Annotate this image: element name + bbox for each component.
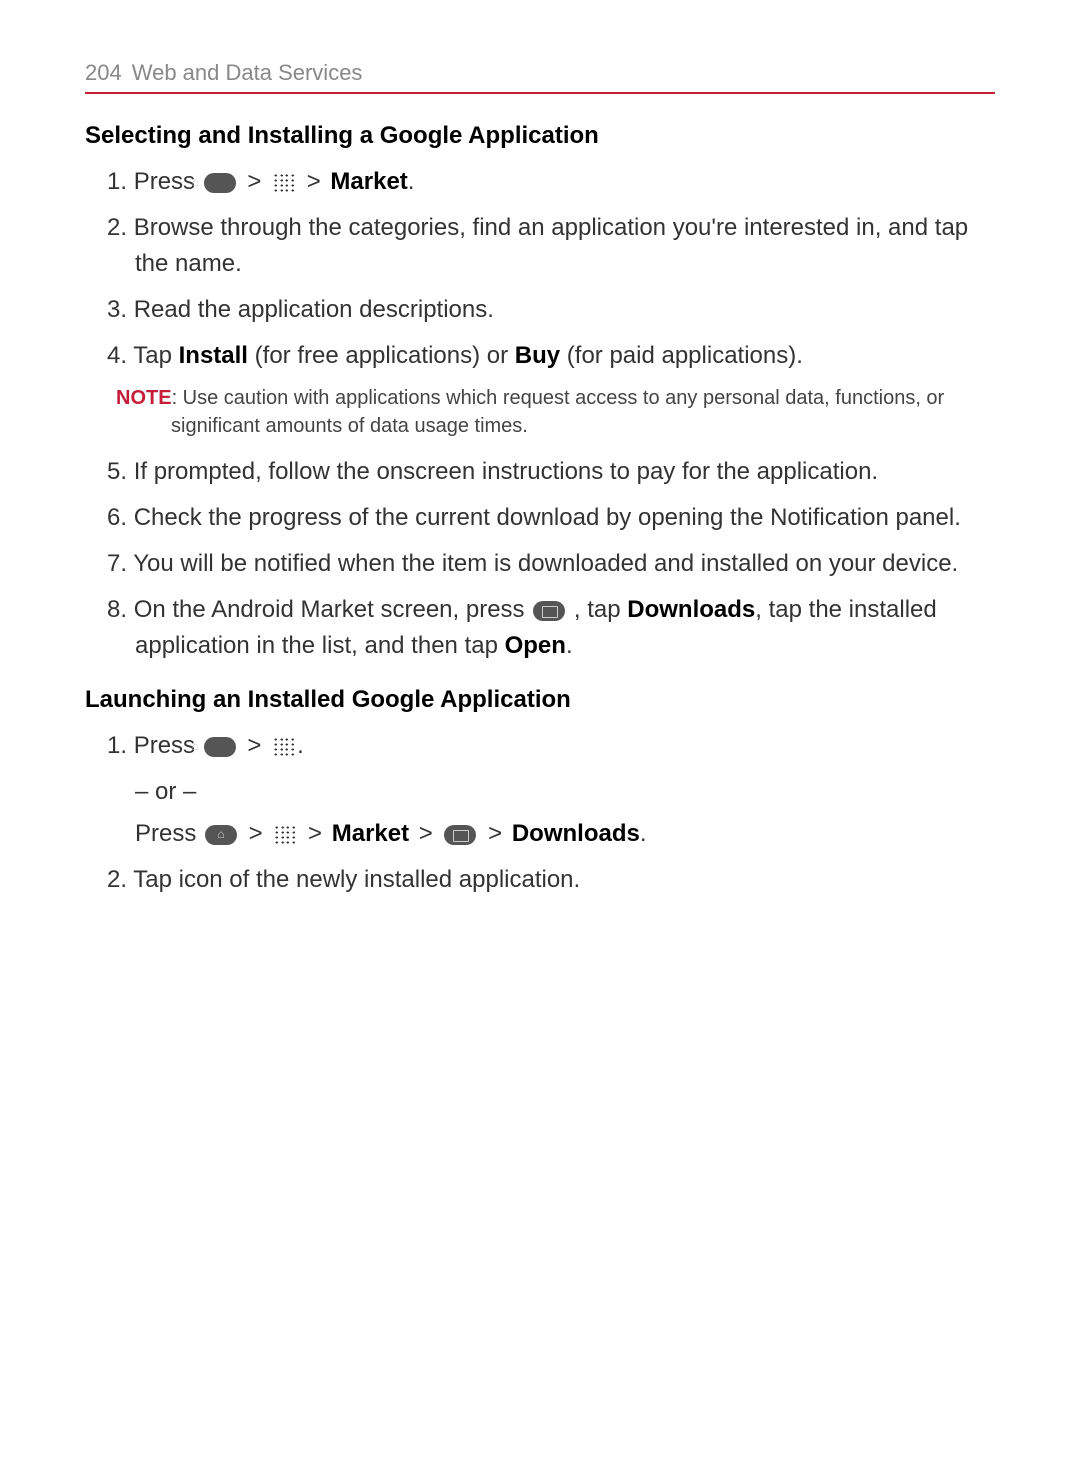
step-2: 2. Tap icon of the newly installed appli… (85, 862, 995, 898)
step-6: 6. Check the progress of the current dow… (85, 500, 995, 536)
market-label: Market (332, 820, 409, 847)
step-text: Tap icon of the newly installed applicat… (133, 866, 580, 893)
apps-icon (273, 737, 295, 757)
step-text: On the Android Market screen, press (134, 596, 532, 623)
step-number: 8. (107, 596, 127, 623)
section-launch: Launching an Installed Google Applicatio… (85, 686, 995, 898)
step-text: , tap (567, 596, 627, 623)
menu-icon (444, 825, 476, 845)
step-text: (for free applications) or (248, 342, 515, 369)
separator: > (481, 820, 508, 847)
step-3: 3. Read the application descriptions. (85, 292, 995, 328)
buy-label: Buy (515, 342, 560, 369)
step-number: 5. (107, 458, 127, 485)
step-suffix: . (640, 820, 647, 847)
step-text: You will be notified when the item is do… (133, 550, 958, 577)
step-text: Press (135, 820, 203, 847)
open-label: Open (505, 632, 566, 659)
market-label: Market (330, 168, 407, 195)
note-block: NOTE: Use caution with applications whic… (101, 384, 995, 440)
downloads-label: Downloads (512, 820, 640, 847)
separator: > (300, 168, 327, 195)
note-text: : Use caution with applications which re… (171, 387, 944, 437)
separator: > (241, 168, 268, 195)
menu-icon (533, 601, 565, 621)
step-1: 1. Press > . (85, 728, 995, 764)
separator: > (242, 820, 269, 847)
step-number: 1. (107, 168, 127, 195)
step-text: (for paid applications). (560, 342, 803, 369)
step-text: Read the application descriptions. (134, 296, 494, 323)
alt-path: Press > > Market > > Downloads. (85, 816, 995, 852)
step-text: If prompted, follow the onscreen instruc… (134, 458, 878, 485)
step-text: Browse through the categories, find an a… (134, 214, 968, 277)
step-7: 7. You will be notified when the item is… (85, 546, 995, 582)
step-number: 2. (107, 214, 127, 241)
note-label: NOTE (116, 387, 172, 409)
downloads-label: Downloads (627, 596, 755, 623)
page-header: 204 Web and Data Services (85, 60, 995, 94)
apps-icon (274, 825, 296, 845)
step-number: 6. (107, 504, 127, 531)
or-line: – or – (85, 774, 995, 810)
section-heading: Launching an Installed Google Applicatio… (85, 686, 995, 714)
section-heading: Selecting and Installing a Google Applic… (85, 122, 995, 150)
install-label: Install (179, 342, 248, 369)
step-number: 2. (107, 866, 127, 893)
step-4: 4. Tap Install (for free applications) o… (85, 338, 995, 374)
step-number: 3. (107, 296, 127, 323)
separator: > (412, 820, 439, 847)
home-icon (204, 737, 236, 757)
step-2: 2. Browse through the categories, find a… (85, 210, 995, 282)
step-text: Tap (133, 342, 178, 369)
step-suffix: . (297, 732, 304, 759)
step-number: 4. (107, 342, 127, 369)
separator: > (301, 820, 328, 847)
chapter-title: Web and Data Services (132, 60, 363, 86)
step-number: 1. (107, 732, 127, 759)
page-number: 204 (85, 60, 122, 86)
step-1: 1. Press > > Market. (85, 164, 995, 200)
step-5: 5. If prompted, follow the onscreen inst… (85, 454, 995, 490)
separator: > (241, 732, 268, 759)
step-8: 8. On the Android Market screen, press ,… (85, 592, 995, 664)
home-icon (205, 825, 237, 845)
step-suffix: . (566, 632, 573, 659)
apps-icon (273, 173, 295, 193)
step-suffix: . (408, 168, 415, 195)
home-icon (204, 173, 236, 193)
step-text: Check the progress of the current downlo… (134, 504, 961, 531)
section-install: Selecting and Installing a Google Applic… (85, 122, 995, 664)
step-number: 7. (107, 550, 127, 577)
